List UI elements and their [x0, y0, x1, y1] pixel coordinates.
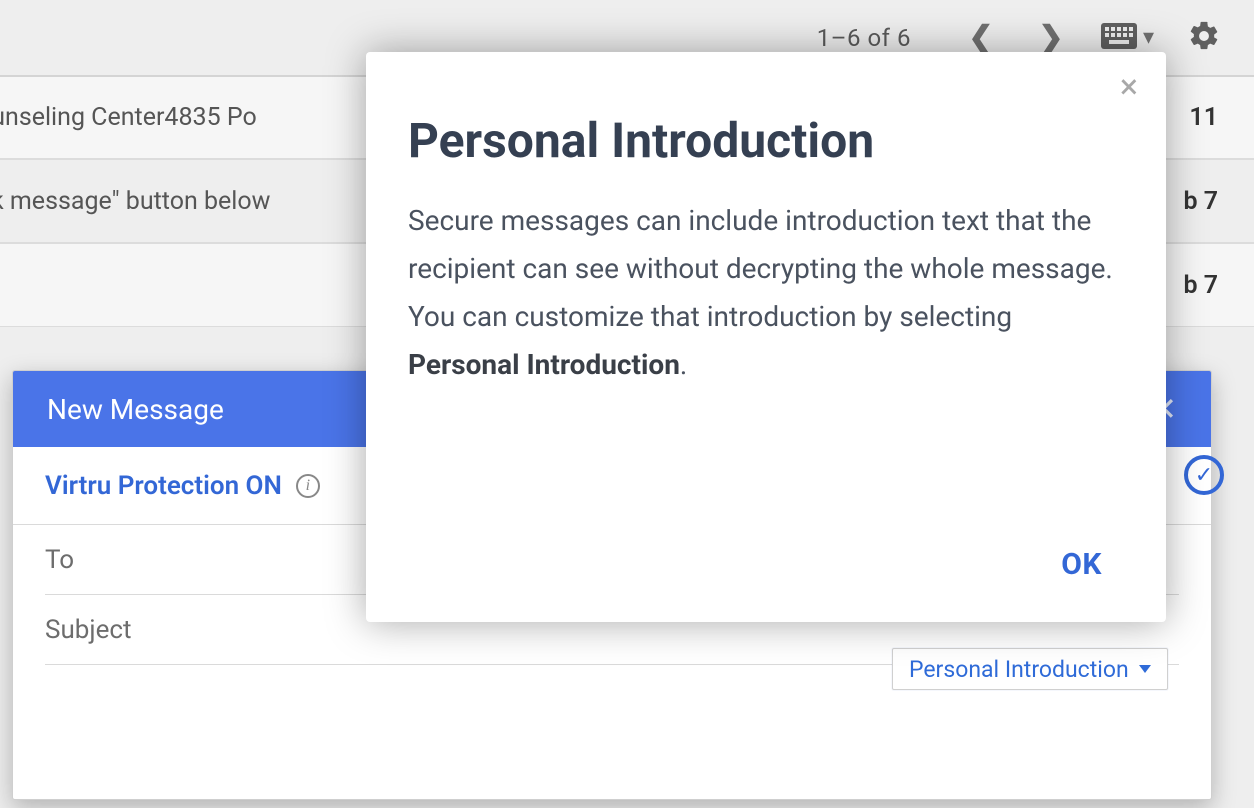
mail-snippet: ky Counseling Center4835 Po: [0, 103, 257, 132]
gear-icon: [1187, 19, 1221, 57]
input-tools-button[interactable]: ▾: [1101, 23, 1154, 53]
virtru-badge[interactable]: ✓: [1184, 455, 1224, 495]
chevron-left-icon: ❮: [968, 20, 993, 55]
modal-body: Secure messages can include introduction…: [408, 197, 1124, 389]
pagination-count: 1–6 of 6: [817, 24, 911, 52]
personal-introduction-label: Personal Introduction: [909, 656, 1129, 683]
modal-body-bold: Personal Introduction: [408, 348, 680, 381]
subject-label: Subject: [45, 615, 132, 645]
modal-footer: OK: [408, 389, 1124, 594]
check-icon: ✓: [1195, 463, 1213, 488]
modal-body-text: Secure messages can include introduction…: [408, 204, 1113, 333]
mail-snippet: unlock message" button below: [0, 187, 270, 216]
caret-down-icon: ▾: [1143, 25, 1154, 50]
personal-introduction-button[interactable]: Personal Introduction: [892, 648, 1168, 690]
close-icon[interactable]: ×: [1120, 70, 1138, 104]
to-label: To: [45, 545, 74, 575]
caret-down-icon: [1139, 665, 1151, 673]
info-icon[interactable]: i: [296, 474, 320, 498]
chevron-right-icon: ❯: [1038, 20, 1063, 55]
compose-title: New Message: [47, 393, 224, 426]
keyboard-icon: [1101, 23, 1137, 53]
modal-body-suffix: .: [680, 348, 687, 381]
ok-button[interactable]: OK: [1039, 535, 1124, 594]
virtru-status-label: Virtru Protection ON: [45, 471, 282, 501]
personal-introduction-modal: × Personal Introduction Secure messages …: [366, 52, 1166, 622]
modal-title: Personal Introduction: [408, 112, 1124, 169]
settings-button[interactable]: [1184, 18, 1224, 58]
